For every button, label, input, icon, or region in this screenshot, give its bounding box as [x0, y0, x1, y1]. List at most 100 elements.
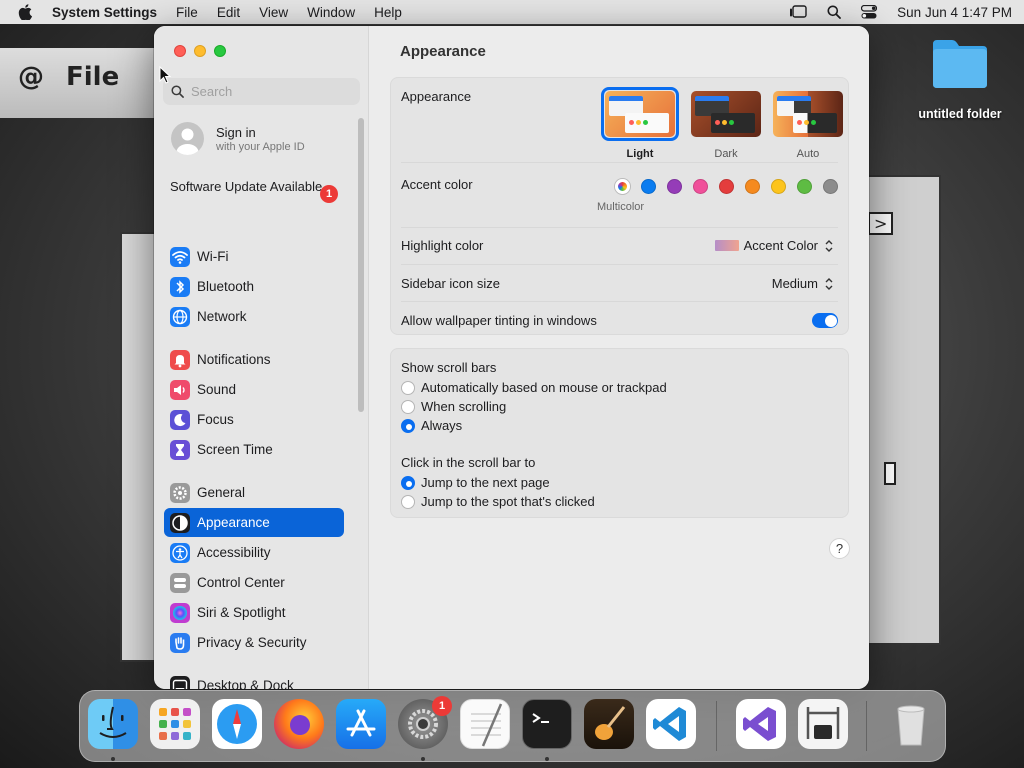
dock-vscode[interactable]	[646, 699, 696, 749]
sidebar-scrollbar[interactable]	[358, 118, 364, 412]
sidebar-item-label: Screen Time	[197, 442, 273, 457]
sidebar-item-screen-time[interactable]: Screen Time	[164, 435, 344, 464]
dock-icon	[170, 675, 190, 689]
wallpaper-chip: ​	[884, 462, 896, 485]
search-input[interactable]	[191, 84, 351, 99]
menu-view[interactable]: View	[259, 5, 288, 20]
theme-option-auto[interactable]: Auto	[769, 87, 847, 160]
scroll-option-always[interactable]: Always	[401, 418, 462, 433]
scroll-option-when-scrolling[interactable]: When scrolling	[401, 399, 506, 414]
menu-edit[interactable]: Edit	[217, 5, 240, 20]
sidebar-item-general[interactable]: General	[164, 478, 344, 507]
sidebar-item-label: Control Center	[197, 575, 285, 590]
radio-button[interactable]	[401, 399, 415, 414]
accent-color-swatch[interactable]	[693, 179, 708, 194]
search-field[interactable]	[163, 78, 360, 105]
vscode-icon	[653, 707, 686, 741]
scroll-option-auto[interactable]: Automatically based on mouse or trackpad	[401, 380, 667, 395]
dock-running-indicator	[545, 757, 549, 761]
accent-color-swatch[interactable]	[823, 179, 838, 194]
stage-manager-icon[interactable]	[789, 5, 807, 19]
wallpaper-tinting-row: Allow wallpaper tinting in windows	[401, 302, 838, 335]
sidebar-item-wi-fi[interactable]: Wi-Fi	[164, 242, 344, 271]
click-option-next-page[interactable]: Jump to the next page	[401, 475, 550, 490]
menu-file[interactable]: File	[176, 5, 198, 20]
sidebar-item-bluetooth[interactable]: Bluetooth	[164, 272, 344, 301]
radio-button[interactable]	[401, 380, 415, 395]
accent-color-swatch[interactable]	[719, 179, 734, 194]
accessibility-icon	[170, 542, 190, 563]
mouse-cursor-icon	[159, 66, 171, 84]
sidebar-item-desktop-dock[interactable]: Desktop & Dock	[164, 671, 344, 689]
software-update-badge: 1	[320, 185, 338, 203]
sidebar-item-label: Privacy & Security	[197, 635, 307, 650]
theme-label-auto: Auto	[796, 148, 820, 160]
menu-window[interactable]: Window	[307, 5, 355, 20]
light-theme-thumbnail	[605, 91, 675, 137]
sidebar-item-sound[interactable]: Sound	[164, 375, 344, 404]
dock-garageband[interactable]	[584, 699, 634, 749]
dock-terminal[interactable]	[522, 699, 572, 749]
highlight-swatch	[714, 240, 739, 251]
accent-color-swatch[interactable]	[797, 179, 812, 194]
zoom-button[interactable]	[214, 45, 226, 57]
menu-app-name[interactable]: System Settings	[52, 5, 157, 20]
sidebar-item-accessibility[interactable]: Accessibility	[164, 538, 344, 567]
dock: 1	[79, 690, 946, 762]
help-button[interactable]: ?	[829, 538, 850, 559]
dock-safari[interactable]	[212, 699, 262, 749]
dock-trash[interactable]	[886, 699, 936, 749]
control-center-menubar-icon[interactable]	[861, 5, 878, 19]
dock-separator	[716, 701, 717, 751]
search-icon	[171, 85, 184, 98]
theme-option-light[interactable]: Light	[601, 87, 679, 160]
sidebar-item-network[interactable]: Network	[164, 302, 344, 331]
accent-color-swatch[interactable]	[641, 179, 656, 194]
accent-color-swatch[interactable]	[667, 179, 682, 194]
theme-option-dark[interactable]: Dark	[687, 87, 765, 160]
software-update-item[interactable]: Software Update Available	[170, 179, 338, 195]
wallpaper-at-glyph: @	[18, 62, 44, 92]
dock-firefox[interactable]	[274, 699, 324, 749]
avatar	[171, 122, 204, 155]
dock-visual-studio[interactable]	[736, 699, 786, 749]
spotlight-search-icon[interactable]	[827, 5, 842, 19]
dock-finder[interactable]	[88, 699, 138, 749]
radio-button-selected[interactable]	[401, 418, 415, 433]
wallpaper-file-word: File	[66, 62, 120, 92]
dock-separator	[866, 701, 867, 751]
wallpaper-tinting-toggle[interactable]	[812, 313, 838, 328]
visual-studio-icon	[743, 707, 776, 741]
dock-launchpad[interactable]	[150, 699, 200, 749]
close-button[interactable]	[174, 45, 186, 57]
minimize-button[interactable]	[194, 45, 206, 57]
apple-logo-icon[interactable]	[18, 4, 32, 20]
auto-theme-thumbnail	[773, 91, 843, 137]
sidebar-item-siri-spotlight[interactable]: Siri & Spotlight	[164, 598, 344, 627]
sidebar-item-notifications[interactable]: Notifications	[164, 345, 344, 374]
sidebar-item-appearance[interactable]: Appearance	[164, 508, 344, 537]
accent-color-swatch[interactable]	[745, 179, 760, 194]
accent-multicolor-swatch[interactable]	[615, 179, 630, 194]
accent-color-swatch[interactable]	[771, 179, 786, 194]
dock-system-information[interactable]	[798, 699, 848, 749]
apple-id-signin[interactable]: Sign in with your Apple ID	[171, 122, 305, 155]
trash-icon	[897, 705, 925, 746]
highlight-color-row: Highlight color Accent Color	[401, 228, 838, 265]
sidebar-item-control-center[interactable]: Control Center	[164, 568, 344, 597]
desktop-folder[interactable]: untitled folder	[912, 38, 1008, 121]
click-option-spot-clicked[interactable]: Jump to the spot that's clicked	[401, 494, 595, 509]
launchpad-grid-icon	[159, 708, 191, 740]
menu-help[interactable]: Help	[374, 5, 402, 20]
dock-textedit[interactable]	[460, 699, 510, 749]
sidebar-item-focus[interactable]: Focus	[164, 405, 344, 434]
highlight-color-popup[interactable]: Accent Color	[714, 238, 834, 253]
siri-icon	[170, 602, 190, 623]
accent-color-label: Accent color	[401, 177, 473, 192]
radio-button[interactable]	[401, 494, 415, 509]
dock-app-store[interactable]	[336, 699, 386, 749]
sidebar-icon-size-popup[interactable]: Medium	[772, 276, 834, 291]
sidebar-item-privacy-security[interactable]: Privacy & Security	[164, 628, 344, 657]
menubar-clock[interactable]: Sun Jun 4 1:47 PM	[897, 5, 1012, 20]
radio-button-selected[interactable]	[401, 475, 415, 490]
